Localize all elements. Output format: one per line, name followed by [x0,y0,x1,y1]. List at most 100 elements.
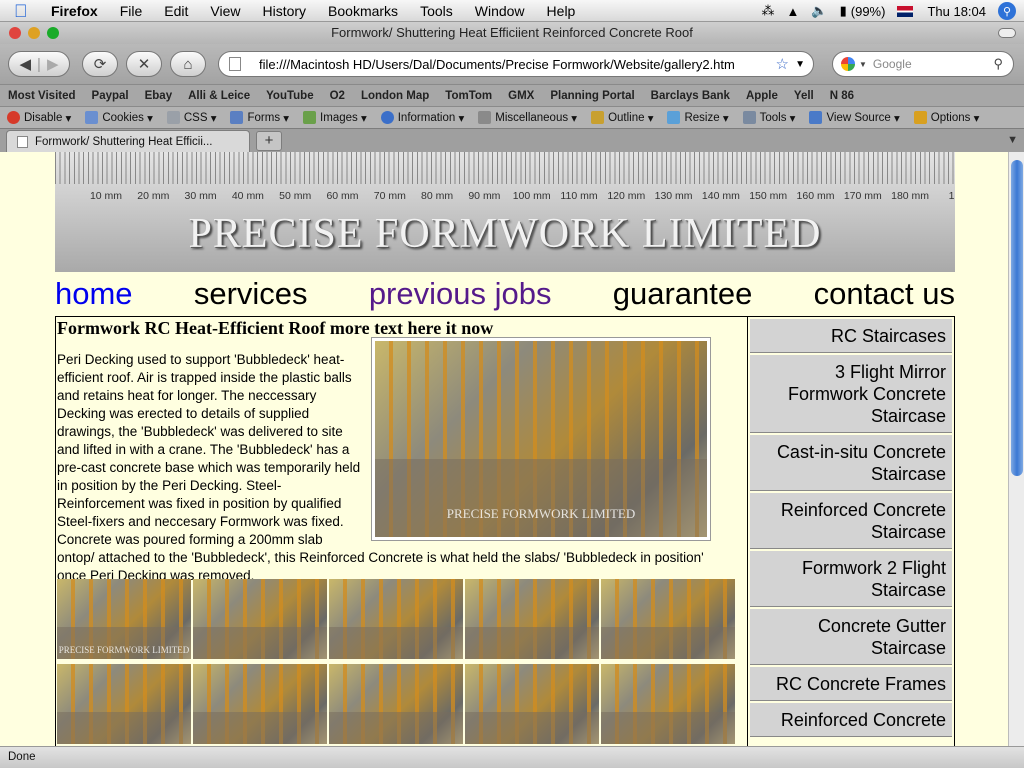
gallery-thumbnail[interactable] [329,579,463,659]
devbar-information[interactable]: Information ▾ [374,111,472,125]
main-photo[interactable]: PRECISE FORMWORK LIMITED [375,341,707,537]
bookmark-most-visited[interactable]: Most Visited [0,90,84,102]
devbar-forms[interactable]: Forms ▾ [223,111,296,125]
gallery-thumbnail[interactable] [329,664,463,744]
nav-guarantee[interactable]: guarantee [613,274,753,314]
new-tab-button[interactable]: + [256,131,282,151]
volume-icon[interactable]: 🔈 [811,3,827,19]
stop-button[interactable]: ✕ [126,51,162,77]
devbar-css[interactable]: CSS ▾ [160,111,224,125]
devbar-tools[interactable]: Tools ▾ [736,111,803,125]
search-icon[interactable]: ⚲ [993,56,1003,72]
gallery-thumbnail[interactable] [601,664,735,744]
menu-help[interactable]: Help [536,3,587,19]
bookmark-barclays-bank[interactable]: Barclays Bank [643,90,738,102]
google-icon[interactable] [841,57,855,71]
side-menu-item[interactable]: Cast-in-situ Concrete Staircase [750,435,952,491]
side-menu-item[interactable]: RC Concrete Frames [750,667,952,701]
scrollbar-thumb[interactable] [1011,160,1023,476]
css-icon [166,111,180,124]
menu-bookmarks[interactable]: Bookmarks [317,3,409,19]
flag-icon[interactable] [897,5,914,17]
devbar-view-source[interactable]: View Source ▾ [802,111,906,125]
url-dropdown-icon[interactable]: ▼ [795,59,805,70]
bookmark-london-map[interactable]: London Map [353,90,437,102]
devbar-options[interactable]: Options ▾ [907,111,987,125]
bookmarks-toolbar: Most Visited Paypal Ebay Alli & Leice Yo… [0,84,1024,106]
side-menu-item[interactable]: RC Staircases [750,319,952,353]
nav-previous-jobs[interactable]: previous jobs [369,274,552,314]
devbar-miscellaneous[interactable]: Miscellaneous ▾ [471,111,584,125]
spotlight-icon[interactable]: ⚲ [998,2,1016,20]
devbar-outline[interactable]: Outline ▾ [584,111,660,125]
gallery-thumbnail[interactable] [465,664,599,744]
side-menu-item[interactable]: 3 Flight Mirror Formwork Concrete Stairc… [750,355,952,433]
bookmark-gmx[interactable]: GMX [500,90,542,102]
bluetooth-icon[interactable]: ⁂ [762,3,775,19]
gallery-thumbnail[interactable] [57,664,191,744]
toolbar-toggle-icon[interactable] [998,28,1016,38]
menubar-clock[interactable]: Thu 18:04 [927,4,986,19]
tab-list-icon[interactable]: ▼ [1007,134,1018,146]
menu-edit[interactable]: Edit [153,3,199,19]
close-window-icon[interactable] [9,27,21,39]
reload-button[interactable]: ⟳ [82,51,118,77]
devbar-resize[interactable]: Resize ▾ [660,111,735,125]
battery-icon[interactable]: ▮ [840,3,847,19]
gallery-thumbnail[interactable] [193,579,327,659]
ruler-label: 180 mm [891,190,930,202]
bookmark-paypal[interactable]: Paypal [84,90,137,102]
devbar-label: Forms [247,111,281,124]
devbar-disable[interactable]: Disable ▾ [0,111,78,125]
gallery-thumbnail[interactable] [193,664,327,744]
nav-contact-us[interactable]: contact us [814,274,955,314]
gallery-thumbnail[interactable] [465,579,599,659]
menu-history[interactable]: History [251,3,317,19]
back-forward-button[interactable]: ◀ | ▶ [8,51,70,77]
nav-home[interactable]: home [55,274,133,314]
side-menu-item[interactable]: Formwork 2 Flight Staircase [750,551,952,607]
bookmark-yell[interactable]: Yell [786,90,822,102]
gallery-thumbnail[interactable]: PRECISE FORMWORK LIMITED [57,579,191,659]
bookmark-n86[interactable]: N 86 [822,90,862,102]
tab-current[interactable]: Formwork/ Shuttering Heat Efficii... [6,130,250,153]
gallery-thumbnail[interactable] [601,579,735,659]
devbar-images[interactable]: Images ▾ [296,111,374,125]
wifi-icon[interactable]: ▲ [787,4,800,19]
ruler-label: 110 mm [560,190,598,202]
bookmark-youtube[interactable]: YouTube [258,90,321,102]
vertical-scrollbar[interactable] [1008,152,1024,746]
devbar-cookies[interactable]: Cookies ▾ [78,111,160,125]
bookmark-ebay[interactable]: Ebay [137,90,181,102]
zoom-window-icon[interactable] [47,27,59,39]
forms-icon [230,111,244,124]
home-button[interactable]: ⌂ [170,51,206,77]
minimize-window-icon[interactable] [28,27,40,39]
nav-services[interactable]: services [194,274,308,314]
url-text[interactable]: file:///Macintosh HD/Users/Dal/Documents… [259,57,735,72]
search-engine-dropdown-icon[interactable]: ▼ [859,60,867,69]
menu-file[interactable]: File [109,3,154,19]
forward-icon[interactable]: ▶ [47,55,59,73]
bookmark-tomtom[interactable]: TomTom [437,90,500,102]
ruler-label: 190 [948,190,955,202]
menu-window[interactable]: Window [464,3,536,19]
side-menu-item[interactable]: Concrete Gutter Staircase [750,609,952,665]
menu-tools[interactable]: Tools [409,3,464,19]
side-menu-item[interactable]: Reinforced Concrete Staircase [750,493,952,549]
apple-icon[interactable]:  [14,2,34,20]
bookmark-apple[interactable]: Apple [738,90,786,102]
side-menu-item[interactable]: Reinforced Concrete [750,703,952,737]
status-text: Done [8,751,36,763]
bookmark-alli-leice[interactable]: Alli & Leice [180,90,258,102]
page-file-icon [229,57,241,71]
bookmark-planning-portal[interactable]: Planning Portal [542,90,642,102]
bookmark-o2[interactable]: O2 [322,90,353,102]
back-icon[interactable]: ◀ [20,55,32,73]
menu-app-firefox[interactable]: Firefox [40,3,109,19]
url-bar[interactable]: file:///Macintosh HD/Users/Dal/Documents… [218,51,814,77]
options-icon [913,111,927,124]
menu-view[interactable]: View [199,3,251,19]
bookmark-star-icon[interactable]: ☆ [776,55,789,73]
search-bar[interactable]: ▼ Google ⚲ [832,51,1014,77]
